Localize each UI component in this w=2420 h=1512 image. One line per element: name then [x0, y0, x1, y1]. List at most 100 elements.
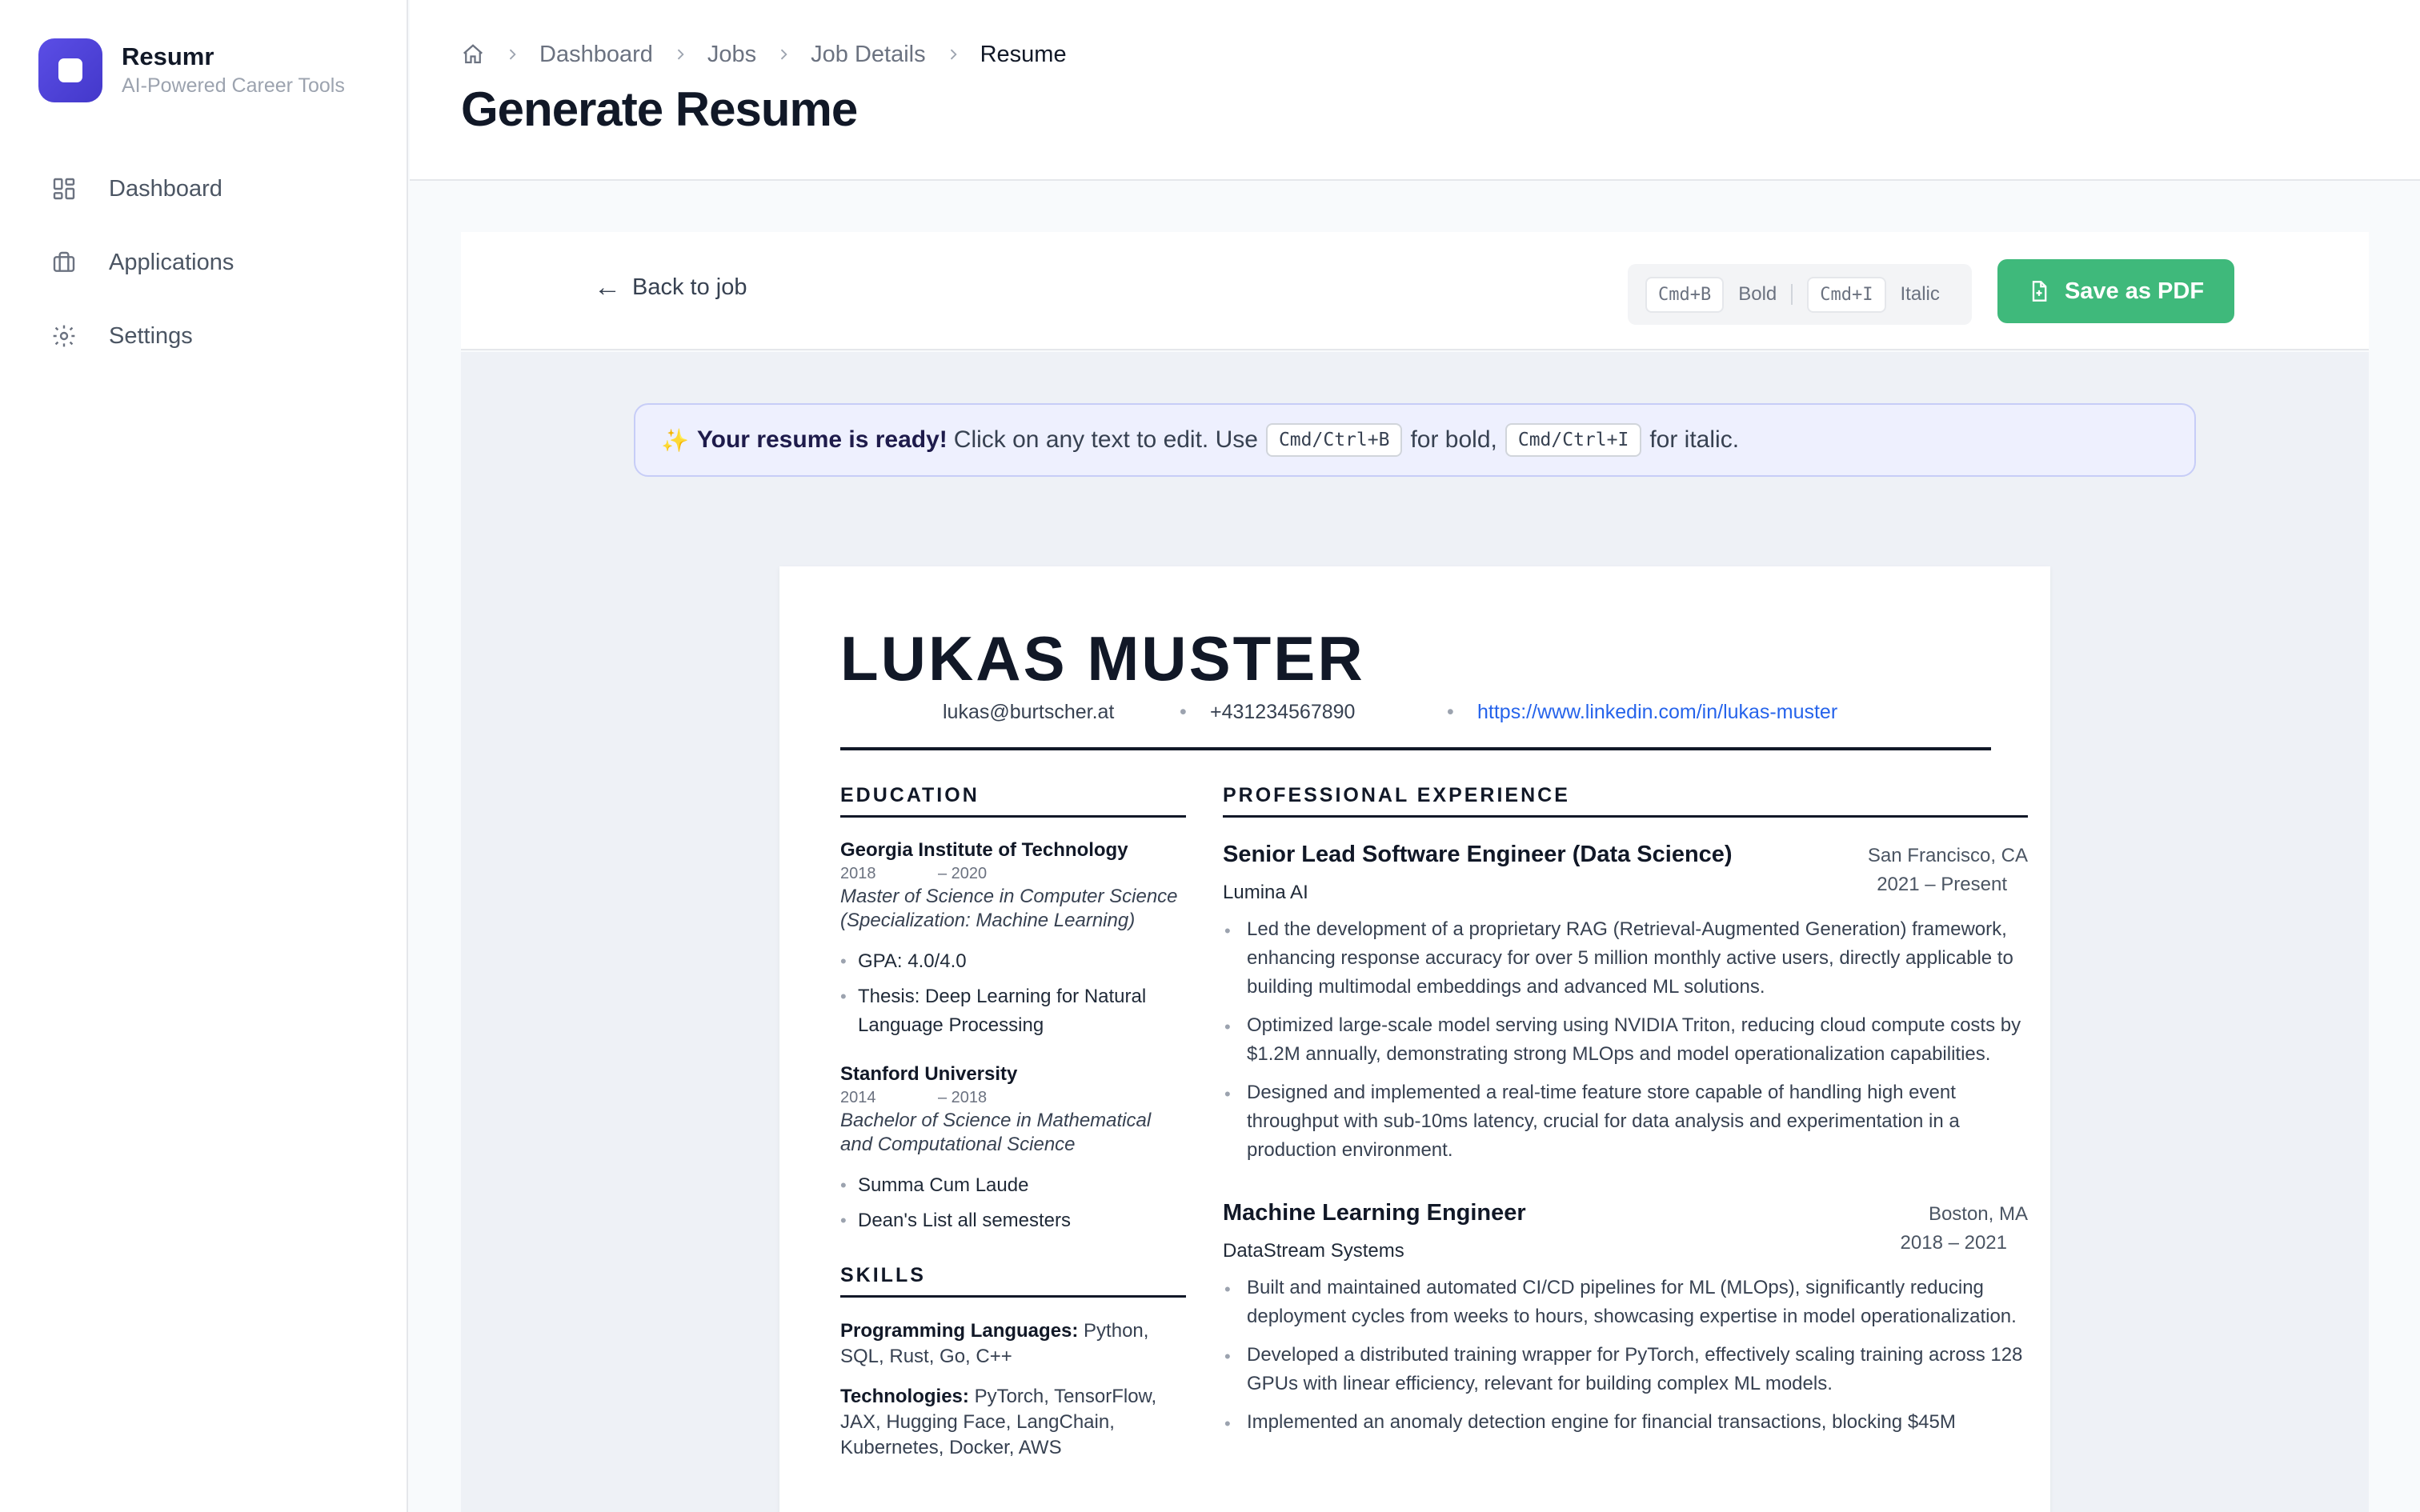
edu-start[interactable]: 2018 — [840, 865, 876, 882]
back-to-job-label: Back to job — [632, 274, 747, 300]
chevron-right-icon — [945, 46, 961, 62]
breadcrumb-jobs[interactable]: Jobs — [707, 42, 756, 68]
contact-separator: • — [1447, 701, 1454, 723]
skill-label: Technologies: — [840, 1386, 969, 1407]
edu-dates: 2018 – 2020 — [840, 862, 1186, 885]
education-entry: Stanford University 2014 – 2018 Bachelor… — [840, 1062, 1186, 1235]
skills-section-title[interactable]: SKILLS — [840, 1264, 1186, 1298]
sidebar-item-label: Applications — [109, 249, 234, 275]
save-as-pdf-button[interactable]: Save as PDF — [1997, 259, 2234, 323]
skill-label: Programming Languages: — [840, 1320, 1079, 1342]
sidebar-item-dashboard[interactable]: Dashboard — [38, 152, 234, 226]
shortcut-italic-key: Cmd+I — [1807, 276, 1886, 313]
edu-bullets: GPA: 4.0/4.0 Thesis: Deep Learning for N… — [840, 947, 1186, 1040]
chevron-right-icon — [504, 46, 520, 62]
save-as-pdf-label: Save as PDF — [2064, 278, 2205, 304]
resume-name[interactable]: LUKAS MUSTER — [840, 622, 1365, 695]
edu-degree[interactable]: Bachelor of Science in Mathematical and … — [840, 1109, 1186, 1157]
job-dates[interactable]: 2018 – 2021 — [1901, 1232, 2007, 1254]
brand-tagline: AI-Powered Career Tools — [122, 74, 345, 97]
job-location[interactable]: San Francisco, CA — [1868, 845, 2028, 867]
list-item[interactable]: Designed and implemented a real-time fea… — [1223, 1078, 2028, 1165]
brand-logo-icon — [38, 38, 102, 102]
list-item[interactable]: Optimized large-scale model serving usin… — [1223, 1011, 2028, 1069]
home-icon[interactable] — [461, 42, 485, 66]
back-to-job-link[interactable]: ← Back to job — [594, 272, 747, 303]
resume-right-column: PROFESSIONAL EXPERIENCE Senior Lead Soft… — [1223, 784, 2028, 1469]
list-item[interactable]: Led the development of a proprietary RAG… — [1223, 915, 2028, 1002]
breadcrumb: Dashboard Jobs Job Details Resume — [461, 37, 1067, 72]
notice-key-italic: Cmd/Ctrl+I — [1504, 423, 1642, 457]
skills-section: SKILLS Programming Languages: Python, SQ… — [840, 1264, 1186, 1461]
sparkles-icon: ✨ — [661, 427, 689, 453]
notice-text-2: for bold, — [1410, 426, 1497, 453]
edu-bullets: Summa Cum Laude Dean's List all semester… — [840, 1171, 1186, 1235]
briefcase-icon — [53, 251, 75, 272]
brand-name: Resumr — [122, 42, 214, 70]
experience-entry: Machine Learning Engineer Boston, MA Dat… — [1223, 1197, 2028, 1438]
resume-contact: lukas@burtscher.at • +431234567890 • htt… — [840, 701, 1991, 734]
header-rule — [840, 747, 1991, 750]
chevron-right-icon — [775, 46, 791, 62]
job-company[interactable]: DataStream Systems — [1223, 1240, 1404, 1262]
arrow-left-icon: ← — [594, 272, 621, 302]
contact-separator: • — [1180, 701, 1187, 723]
list-item[interactable]: Summa Cum Laude — [840, 1171, 1186, 1200]
education-section-title[interactable]: EDUCATION — [840, 784, 1186, 818]
resume-email[interactable]: lukas@burtscher.at — [943, 701, 1114, 724]
list-item[interactable]: Implemented an anomaly detection engine … — [1223, 1408, 2028, 1438]
edu-end[interactable]: – 2020 — [938, 862, 987, 885]
list-item[interactable]: Developed a distributed training wrapper… — [1223, 1341, 2028, 1398]
job-title[interactable]: Machine Learning Engineer — [1223, 1200, 1526, 1226]
breadcrumb-current: Resume — [980, 41, 1067, 67]
grid-icon — [53, 178, 75, 200]
job-bullets: Built and maintained automated CI/CD pip… — [1223, 1274, 2028, 1438]
edu-school[interactable]: Stanford University — [840, 1062, 1186, 1086]
list-item[interactable]: Built and maintained automated CI/CD pip… — [1223, 1274, 2028, 1331]
resume-linkedin-link[interactable]: https://www.linkedin.com/in/lukas-muster — [1477, 701, 1837, 723]
sidebar-item-applications[interactable]: Applications — [38, 226, 234, 299]
resume-phone[interactable]: +431234567890 — [1210, 701, 1355, 724]
page-title: Generate Resume — [461, 82, 858, 136]
resume-ready-notice: ✨ Your resume is ready! Click on any tex… — [634, 403, 2196, 477]
breadcrumb-dashboard[interactable]: Dashboard — [539, 42, 653, 68]
edu-start[interactable]: 2014 — [840, 1089, 876, 1106]
notice-strong: Your resume is ready! — [696, 426, 948, 453]
resume-document: LUKAS MUSTER lukas@burtscher.at • +43123… — [779, 566, 2050, 1512]
gear-icon — [53, 325, 75, 347]
job-bullets: Led the development of a proprietary RAG… — [1223, 915, 2028, 1165]
education-entry: Georgia Institute of Technology 2018 – 2… — [840, 838, 1186, 1040]
notice-key-bold: Cmd/Ctrl+B — [1265, 423, 1403, 457]
sidebar-item-settings[interactable]: Settings — [38, 299, 234, 373]
sidebar-nav: Dashboard Applications Settings — [38, 152, 234, 373]
shortcut-hints: Cmd+B Bold Cmd+I Italic — [1628, 264, 1972, 325]
list-item[interactable]: Thesis: Deep Learning for Natural Langua… — [840, 982, 1186, 1040]
page-header: Dashboard Jobs Job Details Resume Genera… — [410, 0, 2420, 181]
sidebar-item-label: Dashboard — [109, 175, 222, 202]
file-pdf-icon — [2032, 281, 2047, 302]
notice-text-3: for italic. — [1649, 426, 1740, 453]
job-title[interactable]: Senior Lead Software Engineer (Data Scie… — [1223, 842, 1733, 868]
job-location[interactable]: Boston, MA — [1929, 1203, 2028, 1226]
list-item[interactable]: Dean's List all semesters — [840, 1206, 1186, 1235]
brand[interactable]: Resumr AI-Powered Career Tools — [38, 38, 345, 102]
job-dates[interactable]: 2021 – Present — [1877, 874, 2007, 896]
chevron-right-icon — [672, 46, 688, 62]
resume-canvas: ✨ Your resume is ready! Click on any tex… — [461, 352, 2369, 1512]
resume-left-column: EDUCATION Georgia Institute of Technolog… — [840, 784, 1186, 1475]
shortcut-italic-label: Italic — [1900, 283, 1940, 305]
list-item[interactable]: GPA: 4.0/4.0 — [840, 947, 1186, 976]
notice-text-1: Click on any text to edit. Use — [953, 426, 1258, 453]
edu-end[interactable]: – 2018 — [938, 1086, 987, 1109]
shortcut-bold-label: Bold — [1738, 283, 1777, 305]
editor-toolbar: ← Back to job Cmd+B Bold Cmd+I Italic Sa… — [461, 232, 2369, 350]
skill-line[interactable]: Technologies: PyTorch, TensorFlow, JAX, … — [840, 1384, 1186, 1461]
edu-degree[interactable]: Master of Science in Computer Science (S… — [840, 885, 1186, 933]
edu-school[interactable]: Georgia Institute of Technology — [840, 838, 1186, 862]
breadcrumb-job-details[interactable]: Job Details — [811, 42, 925, 68]
skill-line[interactable]: Programming Languages: Python, SQL, Rust… — [840, 1318, 1186, 1370]
sidebar-item-label: Settings — [109, 322, 193, 349]
experience-section-title[interactable]: PROFESSIONAL EXPERIENCE — [1223, 784, 2028, 818]
job-company[interactable]: Lumina AI — [1223, 882, 1308, 904]
edu-dates: 2014 – 2018 — [840, 1086, 1186, 1109]
